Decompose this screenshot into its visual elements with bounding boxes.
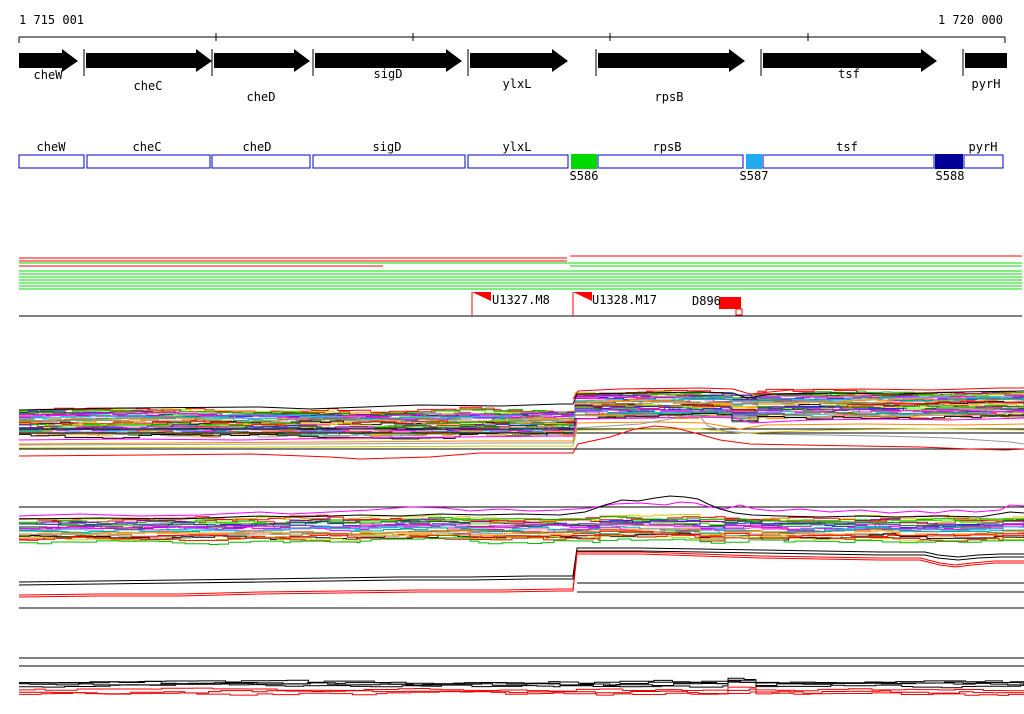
gene-box-label-ylxL: ylxL — [503, 140, 532, 154]
expression-profiles-middle — [18, 495, 1024, 609]
segment-label-S588: S588 — [936, 169, 965, 183]
gene-arrow-label-ylxL: ylxL — [503, 77, 532, 91]
gene-box-cheW[interactable] — [18, 154, 85, 169]
gene-box-pyrH[interactable] — [963, 154, 1004, 169]
segment-label-S587: S587 — [740, 169, 769, 183]
expression-profiles-upper — [18, 387, 1024, 460]
gene-arrow-label-tsf: tsf — [838, 67, 860, 81]
ruler-track — [18, 33, 1006, 43]
segment-label-S586: S586 — [570, 169, 599, 183]
gene-arrow-label-pyrH: pyrH — [972, 77, 1001, 91]
gene-box-ylxL[interactable] — [467, 154, 569, 169]
flag-label: D896 — [692, 294, 721, 308]
red-stepped-pair-line — [18, 551, 1024, 596]
gene-arrow-track: cheW cheC cheD sigD ylxL rpsB tsf pyrH — [19, 49, 1007, 104]
gene-box-cheC[interactable] — [86, 154, 211, 169]
gene-arrow-ylxL[interactable] — [470, 49, 568, 72]
gene-arrow-cheC[interactable] — [86, 49, 212, 72]
gene-box-track: cheW cheC cheD sigD ylxL rpsB tsf pyrH S586 S587 S… — [18, 140, 1004, 183]
gene-box-label-rpsB: rpsB — [653, 140, 682, 154]
gene-arrow-label-cheD: cheD — [247, 90, 276, 104]
segment-S587[interactable] — [746, 154, 762, 169]
flag-pennant[interactable] — [472, 292, 491, 301]
gene-arrow-cheD[interactable] — [214, 49, 310, 72]
gene-arrow-label-rpsB: rpsB — [655, 90, 684, 104]
flag-label: U1327.M8 — [492, 293, 550, 307]
genome-browser-canvas: 1 715 001 1 720 000 cheW cheC cheD sigD ylxL… — [0, 0, 1024, 714]
gene-box-label-cheD: cheD — [243, 140, 272, 154]
gene-arrow-rpsB[interactable] — [598, 49, 745, 72]
flag-pennant[interactable] — [573, 292, 592, 301]
stripe-track — [19, 255, 1022, 317]
expression-plots — [18, 387, 1024, 696]
gene-box-label-sigD: sigD — [373, 140, 402, 154]
ruler-end-label: 1 720 000 — [938, 13, 1003, 27]
flag-label: U1328.M17 — [592, 293, 657, 307]
black-stepped-pair-line — [18, 547, 1024, 583]
gene-arrow-pyrH[interactable] — [965, 53, 1007, 68]
gene-box-label-tsf: tsf — [836, 140, 858, 154]
gene-box-label-pyrH: pyrH — [969, 140, 998, 154]
flag-sub-square[interactable] — [735, 308, 743, 316]
segment-S586[interactable] — [571, 154, 597, 169]
red-profile-line — [19, 686, 1024, 692]
expression-profiles-lower — [19, 657, 1024, 696]
ruler-start-label: 1 715 001 — [19, 13, 84, 27]
gene-box-cheD[interactable] — [211, 154, 311, 169]
gene-box-tsf[interactable] — [762, 154, 935, 169]
gene-arrow-label-sigD: sigD — [374, 67, 403, 81]
gene-box-rpsB[interactable] — [597, 154, 744, 169]
flag-block[interactable] — [719, 297, 741, 309]
gene-box-label-cheC: cheC — [133, 140, 162, 154]
gene-arrow-label-cheW: cheW — [34, 68, 64, 82]
gene-arrow-label-cheC: cheC — [134, 79, 163, 93]
gene-box-label-cheW: cheW — [37, 140, 67, 154]
segment-S588[interactable] — [935, 154, 963, 169]
red-stepped-pair-line — [18, 553, 1024, 598]
browser-graphics: 1 715 001 1 720 000 cheW cheC cheD sigD ylxL… — [18, 13, 1024, 696]
flag-track: U1327.M8 U1328.M17 D896 — [471, 292, 743, 316]
gene-box-sigD[interactable] — [312, 154, 466, 169]
